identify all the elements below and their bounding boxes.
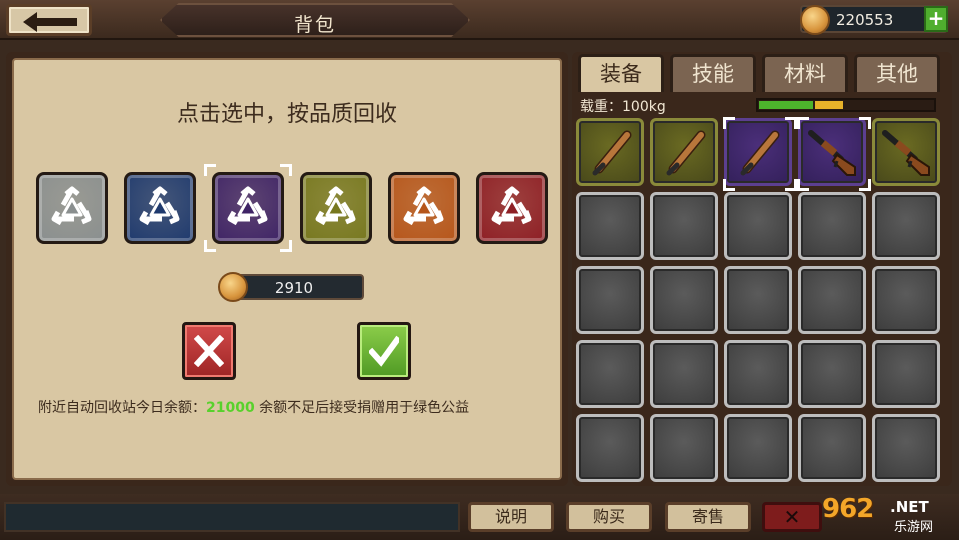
consign-button[interactable]: 寄售	[665, 502, 751, 532]
inventory-item[interactable]	[797, 117, 871, 191]
selection-corner	[280, 240, 292, 252]
inventory-slot[interactable]	[798, 414, 866, 482]
bottom-bar: 说明 购买 寄售 ✕	[0, 494, 959, 540]
baseball-bat-icon	[666, 130, 706, 176]
inventory-slot[interactable]	[650, 192, 718, 260]
recycle-price-value: 2910	[274, 279, 314, 297]
coin-value: 220553	[836, 11, 894, 29]
plus-icon: +	[927, 6, 945, 30]
recycle-instruction: 点击选中，按品质回收	[176, 102, 397, 127]
selection-corner	[797, 179, 809, 191]
selection-corner	[204, 240, 216, 252]
inventory-panel: 装备 技能 材料 其他 载重：100kg	[572, 52, 952, 486]
inventory-slot[interactable]	[576, 266, 644, 334]
quality-gray-button[interactable]	[36, 172, 108, 244]
tab-1[interactable]: 技能	[670, 54, 756, 92]
quality-selector	[36, 164, 556, 252]
recycle-panel-inner: 点击选中，按品质回收 2910 附近自动回收站今日余额：21000 余额不足后接…	[12, 58, 562, 480]
inventory-slot[interactable]	[650, 340, 718, 408]
tab-2[interactable]: 材料	[762, 54, 848, 92]
arrow-left-icon	[23, 12, 77, 32]
inventory-item[interactable]	[650, 118, 718, 186]
buy-button[interactable]: 购买	[566, 502, 652, 532]
quality-purple-button[interactable]	[212, 172, 284, 244]
recycle-panel: 点击选中，按品质回收 2910 附近自动回收站今日余额：21000 余额不足后接…	[6, 52, 568, 486]
page-title: 背包	[293, 14, 336, 36]
inventory-slot[interactable]	[724, 192, 792, 260]
inventory-item[interactable]	[723, 117, 797, 191]
top-bar: 背包 220553 +	[0, 0, 959, 40]
recycle-icon	[227, 186, 268, 226]
selection-corner	[723, 179, 735, 191]
coin-icon	[800, 5, 830, 35]
recycle-icon	[491, 186, 532, 226]
selection-corner	[280, 164, 292, 176]
weight-segment	[759, 101, 814, 109]
inventory-slot[interactable]	[576, 414, 644, 482]
quality-orange-button[interactable]	[388, 172, 460, 244]
selection-corner	[785, 179, 797, 191]
baseball-bat-icon	[592, 130, 632, 176]
recycle-icon	[139, 186, 180, 226]
quality-blue-button[interactable]	[124, 172, 196, 244]
inventory-slot[interactable]	[724, 414, 792, 482]
note-amount: 21000	[206, 400, 255, 416]
inventory-slot[interactable]	[798, 192, 866, 260]
quality-red-button[interactable]	[476, 172, 548, 244]
recycle-icon	[403, 186, 444, 226]
weight-segment	[815, 101, 844, 109]
inventory-tabs: 装备 技能 材料 其他	[578, 54, 948, 94]
title-plate: 背包	[160, 3, 470, 37]
inventory-slot[interactable]	[872, 266, 940, 334]
inventory-item[interactable]	[872, 118, 940, 186]
tab-3[interactable]: 其他	[854, 54, 940, 92]
note-prefix: 附近自动回收站今日余额：	[38, 400, 206, 416]
selection-corner	[797, 117, 809, 129]
selection-corner	[723, 117, 735, 129]
inventory-grid	[576, 117, 948, 482]
inventory-slot[interactable]	[872, 414, 940, 482]
baseball-bat-icon	[740, 130, 780, 176]
recycle-icon	[51, 186, 92, 226]
inventory-slot[interactable]	[724, 340, 792, 408]
inventory-slot[interactable]	[872, 192, 940, 260]
cancel-button[interactable]	[182, 322, 236, 380]
close-icon	[194, 335, 224, 367]
recycle-price: 2910	[218, 272, 364, 302]
shotgun-icon	[882, 130, 930, 176]
inventory-slot[interactable]	[724, 266, 792, 334]
recycle-icon	[315, 186, 356, 226]
add-coins-button[interactable]: +	[924, 6, 948, 32]
selection-corner	[785, 117, 797, 129]
watermark-number: 962	[822, 494, 874, 524]
selection-corner	[859, 179, 871, 191]
chat-input[interactable]	[4, 502, 460, 532]
inventory-slot[interactable]	[576, 192, 644, 260]
inventory-slot[interactable]	[650, 266, 718, 334]
watermark-net: .NET	[890, 498, 929, 516]
shotgun-icon	[808, 130, 856, 176]
selection-corner	[204, 164, 216, 176]
recycle-note: 附近自动回收站今日余额：21000 余额不足后接受捐赠用于绿色公益	[38, 400, 548, 417]
help-button[interactable]: 说明	[468, 502, 554, 532]
coin-balance: 220553 +	[800, 5, 948, 35]
confirm-button[interactable]	[357, 322, 411, 380]
inventory-item[interactable]	[576, 118, 644, 186]
weight-bar	[756, 98, 936, 112]
checkmark-icon	[369, 335, 399, 367]
tab-0[interactable]: 装备	[578, 54, 664, 92]
inventory-slot[interactable]	[650, 414, 718, 482]
inventory-slot[interactable]	[872, 340, 940, 408]
inventory-slot[interactable]	[798, 266, 866, 334]
note-suffix: 余额不足后接受捐赠用于绿色公益	[254, 400, 470, 416]
back-button[interactable]	[6, 4, 92, 36]
watermark-cn: 乐游网	[894, 520, 934, 535]
inventory-slot[interactable]	[798, 340, 866, 408]
weight-label: 载重：100kg	[580, 99, 666, 115]
selection-corner	[859, 117, 871, 129]
watermark-logo: 962 .NET 乐游网	[820, 494, 956, 538]
close-button[interactable]: ✕	[762, 502, 822, 532]
quality-olive-button[interactable]	[300, 172, 372, 244]
inventory-slot[interactable]	[576, 340, 644, 408]
